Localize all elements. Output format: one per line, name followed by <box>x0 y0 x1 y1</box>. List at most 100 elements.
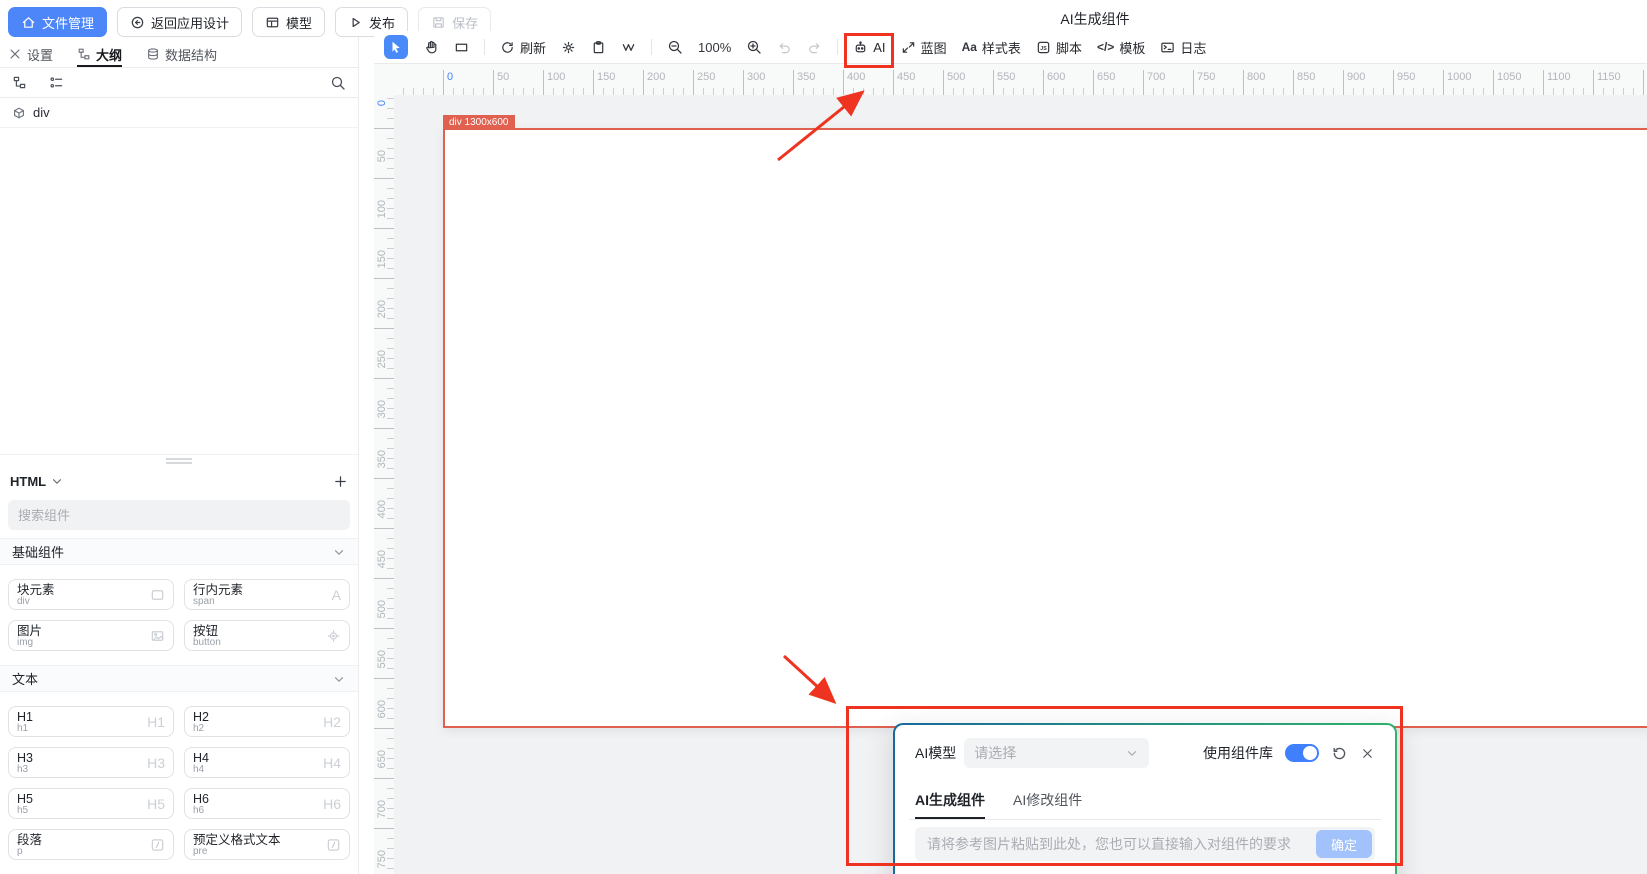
ruler-tick <box>913 88 914 95</box>
component-card-h5[interactable]: H5 h5 H5 <box>8 788 174 819</box>
hand-tool-button[interactable] <box>423 39 439 55</box>
component-search-input[interactable] <box>8 500 350 530</box>
ruler-tick <box>1223 88 1224 95</box>
selected-div-element[interactable]: div 1300x600 <box>443 115 1647 728</box>
component-card-img[interactable]: 图片 img <box>8 620 174 651</box>
blueprint-button[interactable]: 蓝图 <box>901 38 947 57</box>
search-icon[interactable] <box>330 75 346 91</box>
component-card-h6[interactable]: H6 h6 H6 <box>184 788 350 819</box>
undo-button[interactable] <box>777 40 792 55</box>
ruler-tick <box>533 88 534 95</box>
ruler-tick <box>387 138 394 139</box>
ai-prompt-input[interactable] <box>915 827 1316 861</box>
ruler-tick <box>387 148 394 149</box>
ruler-tick <box>1293 70 1294 95</box>
pointer-tool-button[interactable] <box>384 35 408 59</box>
component-card-h1[interactable]: H1 h1 H1 <box>8 706 174 737</box>
section-header[interactable]: 文本 <box>0 665 358 692</box>
ruler-tick <box>387 248 394 249</box>
ruler-tick <box>523 88 524 95</box>
sidebar-tab-数据结构[interactable]: 数据结构 <box>146 43 217 67</box>
settings-gear-button[interactable] <box>561 40 576 55</box>
stylesheet-button[interactable]: Aa 样式表 <box>962 38 1021 57</box>
ruler-tick <box>387 348 394 349</box>
clipboard-button[interactable] <box>591 40 606 55</box>
refresh-button[interactable]: 刷新 <box>500 38 546 57</box>
js-square-icon: JS <box>1036 40 1051 55</box>
history-icon[interactable] <box>1331 745 1348 762</box>
component-name: 按钮 <box>193 624 219 638</box>
ruler-tick <box>483 88 484 95</box>
ruler-tick <box>387 218 394 219</box>
component-card-p[interactable]: 段落 p <box>8 829 174 860</box>
ruler-tick <box>953 88 954 95</box>
component-card-pre[interactable]: 预定义格式文本 pre <box>184 829 350 860</box>
chevron-down-icon[interactable] <box>50 474 64 488</box>
sidebar-tab-大纲[interactable]: 大纲 <box>77 43 123 67</box>
header-button[interactable]: 返回应用设计 <box>117 7 243 37</box>
database-icon <box>146 47 160 61</box>
rect-tool-button[interactable] <box>454 40 469 55</box>
zoom-out-button[interactable] <box>667 39 683 55</box>
ai-button[interactable]: AI <box>844 32 894 68</box>
component-card-div[interactable]: 块元素 div <box>8 579 174 610</box>
ruler-tick <box>1343 70 1344 95</box>
component-name: 预定义格式文本 <box>193 833 281 847</box>
template-button[interactable]: </> 模板 <box>1097 38 1145 57</box>
ruler-tick <box>387 848 394 849</box>
component-card-h2[interactable]: H2 h2 H2 <box>184 706 350 737</box>
model-label: AI模型 <box>915 745 957 761</box>
component-card-span[interactable]: 行内元素 span A <box>184 579 350 610</box>
refresh-icon <box>500 40 515 55</box>
ruler-tick <box>703 88 704 95</box>
ruler-tick <box>973 88 974 95</box>
svg-text:JS: JS <box>1040 45 1047 51</box>
section-header[interactable]: 基础组件 <box>0 538 358 565</box>
ruler-tick <box>387 508 394 509</box>
ruler-tick <box>1503 88 1504 95</box>
ruler-tick <box>443 70 444 95</box>
ruler-tick <box>374 428 394 429</box>
outline-node-div[interactable]: div <box>0 98 358 128</box>
script-button[interactable]: JS 脚本 <box>1036 38 1082 57</box>
ruler-tick <box>1313 88 1314 95</box>
log-button[interactable]: 日志 <box>1160 38 1206 57</box>
model-select[interactable]: 请选择 <box>964 738 1150 768</box>
component-card-h4[interactable]: H4 h4 H4 <box>184 747 350 778</box>
dialog-tabs: AI生成组件 AI修改组件 <box>915 790 1375 819</box>
component-card-h3[interactable]: H3 h3 H3 <box>8 747 174 778</box>
button-label: 保存 <box>452 15 479 31</box>
wireframe-button[interactable] <box>621 40 636 55</box>
zoom-level[interactable]: 100% <box>698 40 731 55</box>
dialog-tab-AI修改组件[interactable]: AI修改组件 <box>1013 790 1082 819</box>
ruler-tick <box>713 88 714 95</box>
ruler-tick <box>903 88 904 95</box>
component-card-button[interactable]: 按钮 button <box>184 620 350 651</box>
add-group-icon[interactable] <box>333 474 348 489</box>
tree-view-icon[interactable] <box>12 75 27 90</box>
sidebar-tab-设置[interactable]: 设置 <box>8 43 53 67</box>
component-tag: h1 <box>17 723 29 734</box>
ruler-tick <box>374 778 394 779</box>
canvas-toolbar: 刷新 100% AI 蓝图 Aa 样式表 JS 脚本 </> 模板 日志 <box>374 31 1647 68</box>
component-sections: 基础组件块元素 div 行内元素 span A 图片 img 按钮 button 文本 H1 h1 H1… <box>0 538 358 874</box>
ruler-label: 250 <box>376 350 388 369</box>
library-toggle[interactable] <box>1285 744 1319 762</box>
redo-button[interactable] <box>807 40 822 55</box>
close-icon[interactable] <box>1360 746 1375 761</box>
ruler-label: 450 <box>897 71 916 83</box>
ruler-label: 50 <box>376 150 388 163</box>
zoom-in-button[interactable] <box>746 39 762 55</box>
dialog-tab-AI生成组件[interactable]: AI生成组件 <box>915 790 985 819</box>
ruler-tick <box>387 388 394 389</box>
ruler-label: 200 <box>376 300 388 319</box>
checklist-view-icon[interactable] <box>49 75 64 90</box>
ruler-label: 1150 <box>1597 71 1621 83</box>
header-button[interactable]: 模型 <box>252 7 326 37</box>
ruler-tick <box>387 838 394 839</box>
resize-handle[interactable] <box>166 457 192 464</box>
ruler-tick <box>387 288 394 289</box>
submit-button[interactable]: 确定 <box>1316 830 1372 858</box>
file-manager-button[interactable]: 文件管理 <box>8 7 108 37</box>
h3-icon: H3 <box>147 754 165 771</box>
